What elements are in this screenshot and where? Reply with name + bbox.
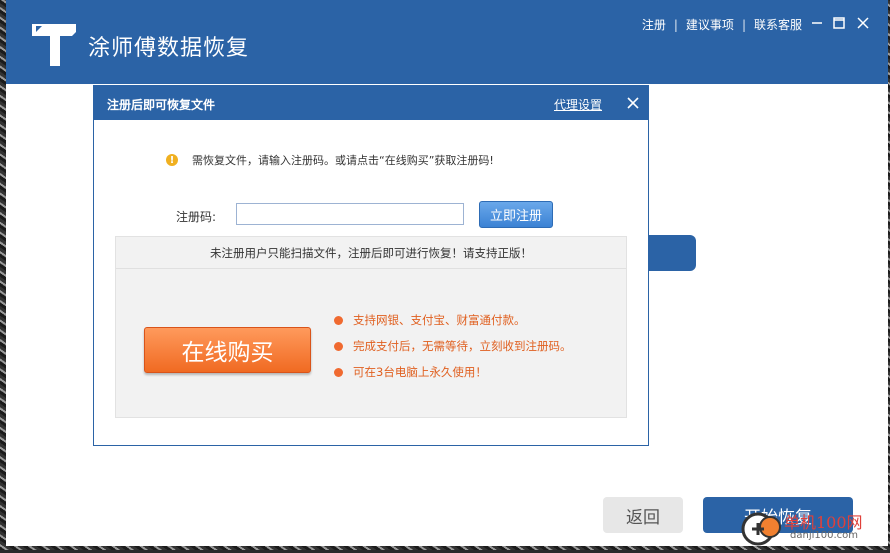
feature-item: 完成支付后，无需等待，立刻收到注册码。 [334, 333, 572, 359]
register-link[interactable]: 注册 [642, 16, 666, 33]
watermark: 单机100网 danji100.com [738, 505, 888, 549]
registration-code-input[interactable] [236, 203, 464, 225]
info-panel: 未注册用户只能扫描文件，注册后即可进行恢复！请支持正版！ 在线购买 支持网银、支… [115, 236, 627, 418]
divider: | [741, 17, 746, 32]
feature-item: 支持网银、支付宝、财富通付款。 [334, 307, 572, 333]
bullet-icon [334, 367, 343, 377]
bullet-icon [334, 341, 343, 351]
bullet-icon [334, 315, 343, 325]
divider: | [673, 17, 678, 32]
logo-t-icon [32, 24, 76, 66]
watermark-logo-icon [741, 512, 781, 546]
maximize-icon [833, 17, 845, 29]
minimize-button[interactable] [806, 12, 828, 34]
contact-support-link[interactable]: 联系客服 [754, 16, 802, 33]
feature-text: 支持网银、支付宝、财富通付款。 [353, 313, 526, 327]
notice-row: ! 需恢复文件，请输入注册码。或请点击“在线购买”获取注册码! [166, 152, 494, 168]
back-button[interactable]: 返回 [603, 497, 683, 533]
background-panel-edge [646, 235, 696, 271]
suggestions-link[interactable]: 建议事项 [686, 16, 734, 33]
close-icon [857, 17, 869, 29]
register-dialog: 注册后即可恢复文件 代理设置 ! 需恢复文件，请输入注册码。或请点击“在线购买”… [93, 85, 649, 446]
feature-text: 完成支付后，无需等待，立刻收到注册码。 [353, 339, 572, 353]
feature-item: 可在3台电脑上永久使用！ [334, 359, 572, 385]
warning-icon: ! [166, 154, 178, 166]
buy-online-button[interactable]: 在线购买 [144, 327, 311, 373]
app-title: 涂师傅数据恢复 [88, 36, 250, 61]
close-button[interactable] [852, 12, 874, 34]
title-bar: 涂师傅数据恢复 注册 | 建议事项 | 联系客服 [6, 0, 888, 84]
notice-text: 需恢复文件，请输入注册码。或请点击“在线购买”获取注册码! [192, 154, 494, 167]
proxy-settings-link[interactable]: 代理设置 [554, 96, 602, 113]
minimize-icon [812, 22, 822, 24]
dialog-header: 注册后即可恢复文件 代理设置 [94, 86, 648, 120]
dialog-close-icon[interactable] [625, 95, 641, 111]
register-now-button[interactable]: 立即注册 [479, 201, 553, 228]
maximize-button[interactable] [828, 12, 850, 34]
feature-text: 可在3台电脑上永久使用！ [353, 365, 487, 379]
info-header: 未注册用户只能扫描文件，注册后即可进行恢复！请支持正版！ [116, 237, 626, 269]
watermark-url: danji100.com [790, 530, 858, 541]
top-links: 注册 | 建议事项 | 联系客服 [642, 16, 802, 33]
registration-code-label: 注册码: [176, 210, 217, 224]
feature-list: 支持网银、支付宝、财富通付款。 完成支付后，无需等待，立刻收到注册码。 可在3台… [334, 307, 572, 385]
dialog-title: 注册后即可恢复文件 [107, 98, 216, 112]
